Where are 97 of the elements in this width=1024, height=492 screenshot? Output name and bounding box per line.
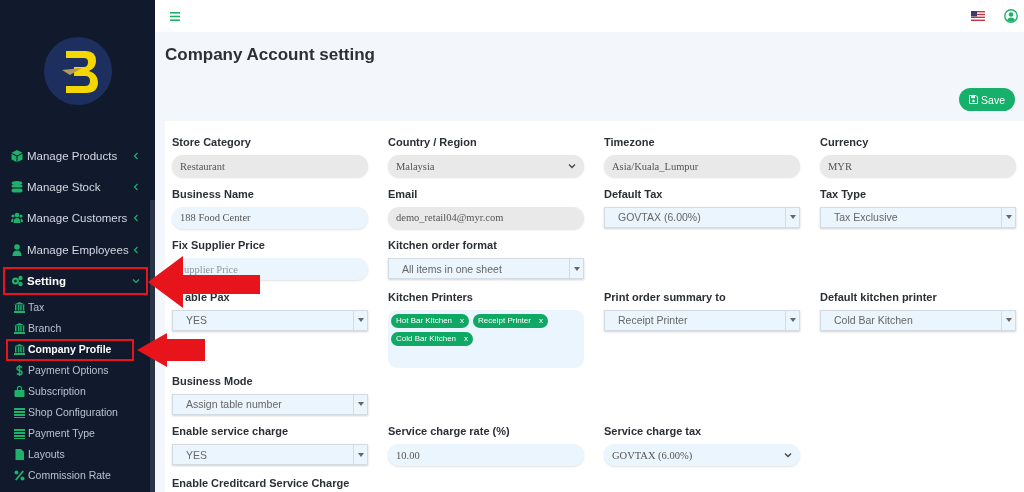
submenu-item[interactable]: Subscription <box>0 380 134 402</box>
chevron-down-icon <box>132 277 140 286</box>
field-label: Fix Supplier Price <box>172 239 266 252</box>
field-label: Business Mode <box>172 374 254 388</box>
dollar-icon <box>14 364 25 376</box>
list-icon <box>14 427 25 439</box>
dropdown[interactable]: GOVTAX (6.00%) <box>604 206 800 228</box>
dropdown[interactable]: Tax Exclusive <box>820 206 1016 228</box>
users-icon <box>11 212 23 225</box>
settings-icon <box>11 275 23 288</box>
percent-icon <box>14 469 25 481</box>
menu-item[interactable]: Manage Customers <box>0 202 150 235</box>
submenu-item[interactable]: Shop Configuration <box>0 401 134 423</box>
cube-icon <box>11 149 23 162</box>
field-label: Currency <box>820 136 870 149</box>
field-label: Timezone <box>604 136 656 149</box>
tag-label: Cold Bar Kitchen <box>396 332 457 345</box>
tag-label: Receipt Printer <box>478 314 531 327</box>
menu-item[interactable]: Manage Stock <box>0 171 150 203</box>
dropdown[interactable]: Cold Bar Kitchen <box>820 309 1016 331</box>
caret-icon <box>789 215 796 219</box>
caret-icon <box>1005 318 1012 322</box>
submenu-label: Branch <box>28 322 62 335</box>
chevron-left-icon <box>132 245 140 254</box>
submenu-item[interactable]: Company Profile <box>0 338 134 360</box>
field-label: Print order summary to <box>604 290 727 304</box>
field-label: Country / Region <box>388 136 478 149</box>
chevron-down-icon <box>568 163 576 169</box>
dropdown[interactable]: All items in one sheet <box>388 258 584 279</box>
flag-icon[interactable] <box>971 11 985 21</box>
input-field[interactable]: 10.00 <box>388 444 584 466</box>
database-icon <box>11 181 23 194</box>
submenu-label: Subscription <box>28 385 86 398</box>
menu-item[interactable]: Setting <box>0 265 150 297</box>
caret-icon <box>789 318 796 322</box>
field-label: Kitchen Printers <box>388 290 474 304</box>
page-title: Company Account setting <box>165 44 376 66</box>
field-label: Tax Type <box>820 187 868 201</box>
bank-icon <box>14 343 25 355</box>
submenu-item[interactable]: Payment Type <box>0 422 134 444</box>
bank-icon <box>14 322 25 334</box>
user-icon <box>11 243 23 256</box>
dropdown[interactable]: YES <box>172 444 368 465</box>
submenu-item[interactable]: Branch <box>0 317 134 339</box>
logo-icon <box>43 37 112 105</box>
submenu-item[interactable]: Layouts <box>0 443 134 465</box>
caret-icon <box>357 452 364 457</box>
caret-icon <box>573 266 580 271</box>
pointer-arrow <box>137 332 205 367</box>
field-label: Store Category <box>172 136 252 149</box>
menu-label: Setting <box>27 275 67 288</box>
caret-icon <box>357 318 364 322</box>
menu-icon[interactable] <box>170 11 180 21</box>
save-icon <box>969 95 979 104</box>
dropdown[interactable]: Assign table number <box>172 393 368 415</box>
submenu-label: Shop Configuration <box>28 406 118 419</box>
field-label: Enable service charge <box>172 425 290 438</box>
submenu-item[interactable]: Tax <box>0 296 134 318</box>
user-avatar-icon[interactable] <box>1004 9 1018 23</box>
file-icon <box>14 448 25 460</box>
menu-label: Manage Employees <box>27 243 130 256</box>
submenu-label: Payment Type <box>28 427 95 440</box>
tag-label: Hot Bar Kitchen <box>396 314 453 327</box>
field-label: Default Tax <box>604 187 664 201</box>
submenu-item[interactable]: Commission Rate <box>0 464 134 486</box>
bank-icon <box>14 301 25 313</box>
submenu-label: Tax <box>28 301 45 314</box>
bag-icon <box>14 385 25 397</box>
field-label: Email <box>388 187 419 201</box>
field-label: Default kitchen printer <box>820 290 938 304</box>
menu-label: Manage Products <box>27 149 119 162</box>
chevron-left-icon <box>132 151 140 160</box>
caret-icon <box>357 402 364 406</box>
submenu-label: Layouts <box>28 448 65 461</box>
dropdown[interactable]: Receipt Printer <box>604 309 800 331</box>
list-icon <box>14 406 25 418</box>
input-field[interactable]: 188 Food Center <box>172 206 368 229</box>
submenu-label: Payment Options <box>28 364 109 377</box>
field-label: Kitchen order format <box>388 239 498 252</box>
field-label: Service charge tax <box>604 425 703 438</box>
submenu-label: Commission Rate <box>28 469 111 482</box>
field-label: Enable Creditcard Service Charge <box>172 476 351 490</box>
scrollbar[interactable] <box>150 200 155 492</box>
caret-icon <box>1005 215 1012 219</box>
menu-item[interactable]: Manage Products <box>0 140 150 172</box>
menu-label: Manage Stock <box>27 181 102 194</box>
menu-label: Manage Customers <box>27 212 129 225</box>
chevron-left-icon <box>132 183 140 192</box>
submenu-label: Company Profile <box>28 343 112 356</box>
field-label: Business Name <box>172 187 255 201</box>
select-field[interactable]: GOVTAX (6.00%) <box>604 444 800 466</box>
menu-item[interactable]: Manage Employees <box>0 234 150 266</box>
chevron-down-icon <box>784 452 792 458</box>
dropdown[interactable]: YES <box>172 309 368 331</box>
field-label: Service charge rate (%) <box>388 425 511 438</box>
submenu-item[interactable]: Payment Options <box>0 359 134 381</box>
chevron-left-icon <box>132 214 140 223</box>
